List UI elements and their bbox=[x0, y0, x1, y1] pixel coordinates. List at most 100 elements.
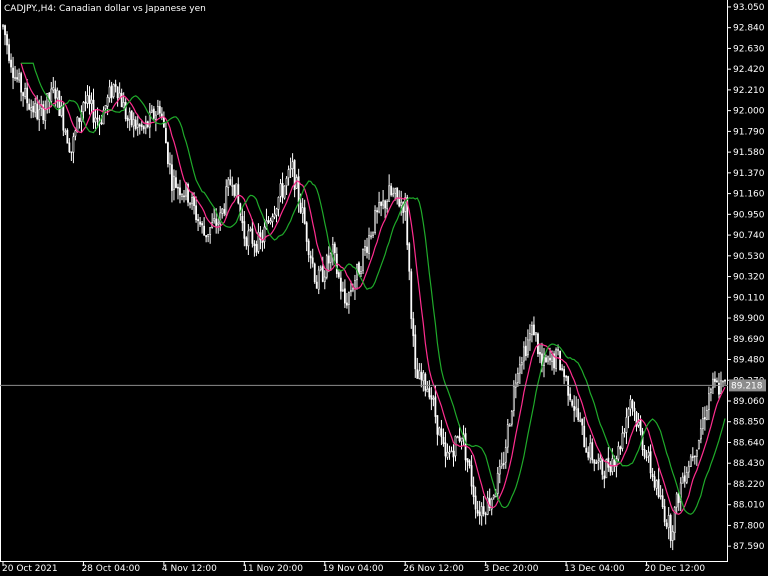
bear-candle-body bbox=[307, 240, 310, 256]
candle bbox=[24, 82, 27, 100]
bear-candle-body bbox=[114, 84, 117, 87]
bear-candle-body bbox=[420, 371, 423, 381]
candle bbox=[488, 488, 491, 511]
candle bbox=[701, 407, 704, 435]
bull-candle-body bbox=[659, 495, 662, 497]
candle bbox=[253, 240, 256, 257]
candle bbox=[539, 344, 541, 364]
bull-candle-body bbox=[520, 362, 523, 366]
candle bbox=[577, 398, 580, 422]
bull-candle-body bbox=[492, 495, 495, 499]
bear-candle-body bbox=[179, 187, 181, 196]
candle bbox=[693, 455, 696, 465]
candle bbox=[229, 169, 232, 186]
candle bbox=[607, 447, 610, 472]
candle bbox=[589, 434, 592, 464]
bull-candle-body bbox=[269, 220, 272, 223]
candle bbox=[150, 104, 153, 114]
bull-candle-body bbox=[623, 431, 626, 434]
candle bbox=[716, 377, 718, 383]
candle bbox=[255, 240, 258, 257]
candle bbox=[134, 116, 137, 131]
bear-candle-body bbox=[313, 263, 316, 283]
bear-candle-body bbox=[442, 436, 445, 445]
bear-candle-body bbox=[199, 221, 201, 225]
candle bbox=[20, 71, 23, 102]
bull-candle-body bbox=[348, 292, 350, 305]
candle bbox=[426, 380, 429, 393]
bull-candle-body bbox=[217, 222, 220, 225]
bull-candle-body bbox=[169, 163, 171, 166]
bull-candle-body bbox=[108, 86, 111, 99]
bull-candle-body bbox=[448, 451, 451, 454]
bear-candle-body bbox=[716, 380, 718, 383]
price-chart[interactable]: 93.050 92.840 92.630 92.420 92.210 92.000 91.7… bbox=[0, 0, 768, 576]
bull-candle-body bbox=[132, 119, 135, 127]
candle bbox=[148, 103, 151, 139]
bear-candle-body bbox=[267, 220, 270, 223]
bull-candle-body bbox=[90, 99, 93, 104]
bear-candle-body bbox=[358, 262, 360, 275]
candle bbox=[364, 239, 366, 256]
candle bbox=[136, 114, 139, 136]
candle bbox=[58, 90, 61, 117]
candle bbox=[687, 460, 690, 479]
candle bbox=[78, 117, 81, 129]
bull-candle-body bbox=[681, 476, 684, 484]
candle bbox=[430, 387, 433, 411]
candle bbox=[273, 205, 276, 220]
candle bbox=[132, 112, 135, 138]
bull-candle-body bbox=[173, 175, 175, 190]
bear-candle-body bbox=[32, 105, 35, 113]
candle bbox=[649, 444, 652, 479]
bear-candle-body bbox=[205, 235, 208, 238]
candle bbox=[183, 189, 185, 203]
candle bbox=[496, 467, 499, 500]
candle bbox=[366, 237, 368, 259]
candle bbox=[283, 185, 286, 200]
candle bbox=[195, 196, 197, 223]
bear-candle-body bbox=[703, 417, 706, 420]
bull-candle-body bbox=[14, 76, 16, 80]
bull-candle-body bbox=[454, 435, 457, 457]
candle bbox=[94, 109, 97, 132]
candle bbox=[535, 332, 537, 342]
bull-candle-body bbox=[531, 325, 533, 336]
bull-candle-body bbox=[136, 123, 139, 128]
candle bbox=[436, 415, 439, 446]
bull-candle-body bbox=[597, 460, 600, 463]
candle bbox=[625, 407, 628, 445]
candle bbox=[474, 486, 477, 519]
price-tick-label: 89.900 bbox=[733, 314, 765, 324]
candle bbox=[275, 207, 278, 223]
candle bbox=[86, 85, 89, 109]
bear-candle-body bbox=[201, 223, 204, 226]
bull-candle-body bbox=[74, 130, 77, 137]
bear-candle-body bbox=[243, 221, 246, 239]
candle bbox=[376, 207, 378, 224]
bull-candle-body bbox=[279, 183, 282, 197]
candle bbox=[223, 203, 226, 217]
bear-candle-body bbox=[305, 222, 308, 242]
bull-candle-body bbox=[579, 419, 582, 422]
candle bbox=[502, 451, 505, 470]
candle bbox=[472, 476, 475, 505]
candle bbox=[98, 115, 101, 136]
bull-candle-body bbox=[231, 185, 234, 187]
price-tick-label: 90.740 bbox=[733, 231, 765, 241]
bull-candle-body bbox=[400, 201, 403, 206]
candle bbox=[645, 450, 648, 462]
candle bbox=[627, 407, 630, 429]
candle bbox=[243, 211, 246, 247]
bear-candle-body bbox=[718, 382, 720, 395]
candle bbox=[171, 154, 173, 203]
bear-candle-body bbox=[203, 225, 206, 236]
bear-candle-body bbox=[126, 117, 129, 121]
candle bbox=[211, 213, 214, 229]
time-tick-label: 3 Dec 20:00 bbox=[484, 564, 539, 574]
bull-candle-body bbox=[372, 231, 374, 236]
candle bbox=[533, 316, 535, 336]
bull-candle-body bbox=[82, 102, 85, 112]
bull-candle-body bbox=[498, 466, 501, 475]
candle bbox=[665, 519, 668, 530]
